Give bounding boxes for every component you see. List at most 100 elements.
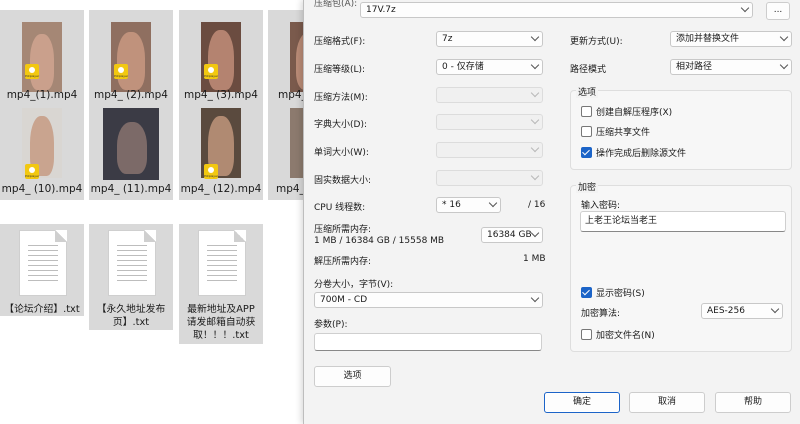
text-file-tile[interactable]: 最新地址及APP 请发邮箱自动获 取！！！.txt <box>179 224 263 344</box>
text-file-icon <box>19 230 67 296</box>
add-to-archive-dialog: 压缩包(A): 17V.7z ... 压缩格式(F): 7z 压缩等级(L): … <box>303 0 800 424</box>
chevron-down-icon <box>530 143 540 153</box>
cpu-threads-value: * 16 <box>442 200 461 210</box>
text-file-icon <box>108 230 156 296</box>
file-name: mp4_ (3).mp4 <box>184 89 258 101</box>
chevron-down-icon <box>779 60 789 70</box>
password-value: 上老王论坛当老王 <box>585 216 658 226</box>
video-file-tile[interactable]: Potplayer mp4_(1).mp4 <box>0 10 84 106</box>
file-name: mp4_ (10).mp4 <box>1 183 83 195</box>
update-mode-select[interactable]: 添加并替换文件 <box>670 31 792 47</box>
solid-block-select[interactable] <box>436 170 543 186</box>
video-file-tile[interactable]: Potplayer mp4_ (12).mp4 <box>179 106 263 200</box>
chevron-down-icon <box>530 60 540 70</box>
chevron-down-icon <box>779 32 789 42</box>
chevron-down-icon <box>488 198 498 208</box>
memory-usage-value: 16384 GB <box>487 230 532 240</box>
options-group-title: 选项 <box>576 85 599 98</box>
file-explorer: Potplayer mp4_(1).mp4 Potplayer mp4_ (2)… <box>0 0 305 424</box>
password-label: 输入密码: <box>581 201 621 211</box>
chevron-down-icon <box>530 171 540 181</box>
chevron-down-icon <box>530 32 540 42</box>
method-label: 压缩方法(M): <box>314 93 368 103</box>
archive-path-value: 17V.7z <box>366 5 396 15</box>
decompression-memory-label: 解压所需内存: <box>314 257 372 267</box>
encryption-method-select[interactable]: AES-256 <box>701 303 783 319</box>
video-file-tile[interactable]: Potplayer mp4_ (3).mp4 <box>179 10 263 106</box>
split-volume-value: 700M - CD <box>320 295 368 305</box>
level-value: 0 - 仅存储 <box>442 62 484 72</box>
encryption-group-title: 加密 <box>576 180 599 193</box>
video-file-tile[interactable]: Potplayer mp4_ (10).mp4 <box>0 106 84 200</box>
update-mode-value: 添加并替换文件 <box>676 34 740 44</box>
dictionary-select[interactable] <box>436 114 543 130</box>
level-select[interactable]: 0 - 仅存储 <box>436 59 543 75</box>
shared-files-checkbox[interactable] <box>581 126 592 137</box>
encrypt-names-checkbox[interactable] <box>581 329 592 340</box>
text-file-icon <box>198 230 246 296</box>
potplayer-icon: Potplayer <box>25 64 39 79</box>
split-volume-label: 分卷大小，字节(V): <box>314 280 394 290</box>
method-select[interactable] <box>436 87 543 103</box>
options-button[interactable]: 选项 <box>314 366 391 387</box>
show-password-label: 显示密码(S) <box>596 289 645 299</box>
delete-after-label: 操作完成后删除源文件 <box>596 149 687 159</box>
chevron-down-icon <box>530 228 540 238</box>
show-password-checkbox[interactable] <box>581 287 592 298</box>
file-name-line: 最新地址及APP <box>187 304 255 315</box>
format-value: 7z <box>442 34 453 44</box>
help-button[interactable]: 帮助 <box>715 392 791 413</box>
file-name: 【论坛介绍】.txt <box>4 304 80 315</box>
chevron-down-icon <box>530 115 540 125</box>
decompression-memory-value: 1 MB <box>523 254 546 264</box>
text-file-tile[interactable]: 【永久地址发布 页】.txt <box>89 224 173 330</box>
encryption-method-value: AES-256 <box>707 306 745 316</box>
file-name-line: 【永久地址发布 <box>96 304 166 315</box>
video-file-tile[interactable]: mp4_ <box>268 10 305 106</box>
potplayer-icon: Potplayer <box>204 164 218 179</box>
compression-memory-label: 压缩所需内存: <box>314 225 372 235</box>
parameters-label: 参数(P): <box>314 320 348 330</box>
chevron-down-icon <box>530 293 540 303</box>
path-mode-value: 相对路径 <box>676 62 713 72</box>
parameters-input[interactable] <box>314 333 542 351</box>
file-name: mp4_ (12).mp4 <box>180 183 262 195</box>
password-input[interactable]: 上老王论坛当老王 <box>580 211 786 232</box>
video-thumbnail <box>111 22 151 92</box>
delete-after-checkbox[interactable] <box>581 147 592 158</box>
chevron-down-icon <box>530 88 540 98</box>
shared-files-label: 压缩共享文件 <box>596 128 651 138</box>
word-size-select[interactable] <box>436 142 543 158</box>
cpu-threads-total: / 16 <box>528 200 546 210</box>
file-name: mp4_(1).mp4 <box>6 89 78 101</box>
browse-button[interactable]: ... <box>766 2 790 20</box>
chevron-down-icon <box>770 304 780 314</box>
ok-button[interactable]: 确定 <box>544 392 620 413</box>
cpu-threads-label: CPU 线程数: <box>314 203 366 213</box>
update-mode-label: 更新方式(U): <box>570 37 623 47</box>
video-file-tile[interactable]: mp4_ <box>268 106 305 200</box>
memory-usage-select[interactable]: 16384 GB <box>481 227 543 243</box>
format-select[interactable]: 7z <box>436 31 543 47</box>
archive-label: 压缩包(A): <box>314 0 358 9</box>
dictionary-label: 字典大小(D): <box>314 120 367 130</box>
video-file-tile[interactable]: Potplayer mp4_ (2).mp4 <box>89 10 173 106</box>
path-mode-label: 路径模式 <box>570 65 607 75</box>
chevron-down-icon <box>740 3 750 13</box>
encryption-method-label: 加密算法: <box>581 309 621 319</box>
potplayer-icon: Potplayer <box>204 64 218 79</box>
video-file-tile[interactable]: mp4_ (11).mp4 <box>89 106 173 200</box>
solid-block-label: 固实数据大小: <box>314 176 372 186</box>
file-name: mp4_ <box>276 183 305 195</box>
sfx-checkbox[interactable] <box>581 106 592 117</box>
file-name-line: 取！！！.txt <box>193 330 249 341</box>
cpu-threads-select[interactable]: * 16 <box>436 197 501 213</box>
video-thumbnail <box>22 22 62 92</box>
split-volume-combo[interactable]: 700M - CD <box>314 292 543 308</box>
cancel-button[interactable]: 取消 <box>629 392 705 413</box>
archive-path-combo[interactable]: 17V.7z <box>360 2 753 18</box>
file-name: mp4_ (11).mp4 <box>90 183 172 195</box>
path-mode-select[interactable]: 相对路径 <box>670 59 792 75</box>
file-name: mp4_ (2).mp4 <box>94 89 168 101</box>
text-file-tile[interactable]: 【论坛介绍】.txt <box>0 224 84 316</box>
